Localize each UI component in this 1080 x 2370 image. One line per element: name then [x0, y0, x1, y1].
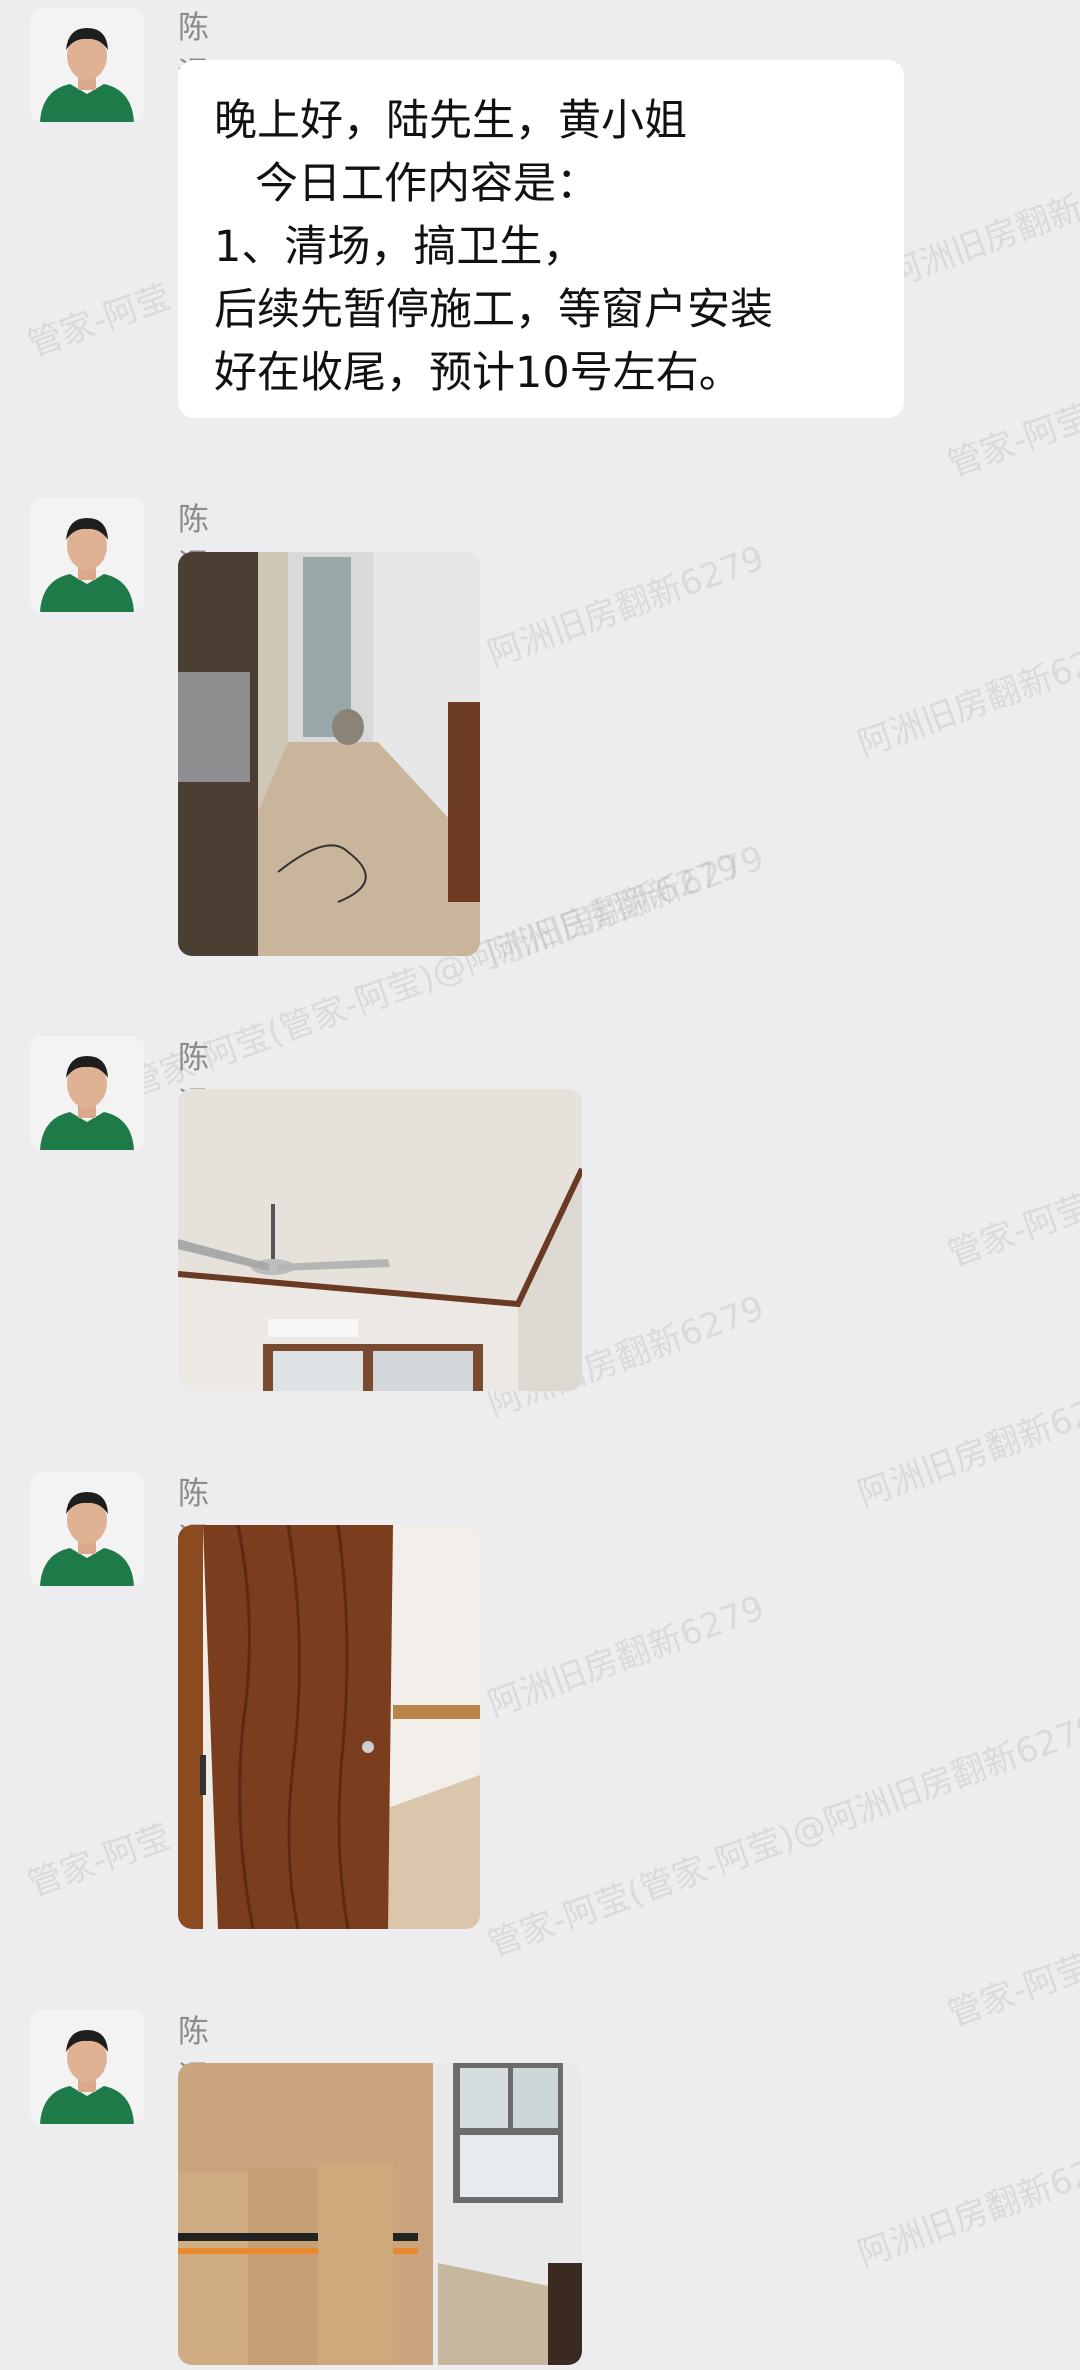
message-line: 晚上好，陆先生，黄小姐	[214, 96, 687, 146]
watermark-text: 阿洲旧房翻新6279	[852, 2138, 1080, 2276]
avatar[interactable]	[30, 1472, 144, 1586]
watermark-text: 管家-阿莹	[942, 396, 1080, 486]
watermark-text: 管家-阿莹	[22, 276, 176, 366]
ceiling-fan-photo-icon	[178, 1089, 582, 1391]
person-avatar-icon	[30, 8, 144, 122]
watermark-text: 管家-阿莹	[942, 1186, 1080, 1276]
person-avatar-icon	[30, 1036, 144, 1150]
message-line: 1、清场，搞卫生，	[214, 222, 586, 272]
person-avatar-icon	[30, 498, 144, 612]
image-message[interactable]	[178, 1089, 582, 1391]
watermark-text: 阿洲旧房翻新6279	[482, 538, 770, 676]
person-avatar-icon	[30, 2010, 144, 2124]
avatar[interactable]	[30, 8, 144, 122]
message-bubble[interactable]: 晚上好，陆先生，黄小姐 今日工作内容是： 1、清场，搞卫生， 后续先暂停施工，等…	[178, 60, 904, 418]
image-message[interactable]	[178, 1525, 480, 1929]
watermark-text: 阿洲旧房翻新6279	[482, 1588, 770, 1726]
avatar[interactable]	[30, 498, 144, 612]
message-line: 今日工作内容是：	[214, 159, 600, 209]
watermark-text: 管家-阿莹	[942, 1946, 1080, 2036]
watermark-text: 管家-阿莹	[22, 1816, 176, 1906]
watermark-text: 阿洲旧房翻新6279	[882, 158, 1080, 296]
watermark-text: 阿洲旧房翻新6279	[852, 628, 1080, 766]
watermark-text: 管家-阿莹(管家-阿莹)@阿洲旧房翻新6279	[482, 1706, 1080, 1966]
room-floor-photo-icon	[178, 552, 480, 956]
person-avatar-icon	[30, 1472, 144, 1586]
window-cabinet-photo-icon	[178, 2063, 582, 2365]
watermark-text: 阿洲旧房翻新6279	[482, 838, 770, 976]
message-line: 好在收尾，预计10号左右。	[214, 348, 742, 398]
image-message[interactable]	[178, 2063, 582, 2365]
message-line: 后续先暂停施工，等窗户安装	[214, 285, 773, 335]
watermark-text: 阿洲旧房翻新6279	[852, 1378, 1080, 1516]
avatar[interactable]	[30, 1036, 144, 1150]
image-message[interactable]	[178, 552, 480, 956]
wooden-door-photo-icon	[178, 1525, 480, 1929]
avatar[interactable]	[30, 2010, 144, 2124]
